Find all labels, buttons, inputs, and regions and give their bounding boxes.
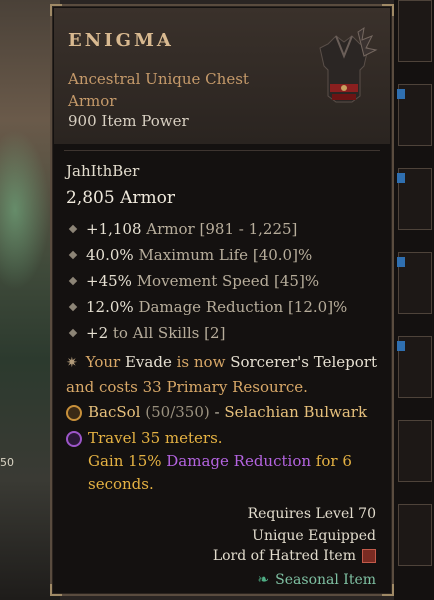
inventory-slot[interactable] — [397, 336, 432, 398]
inventory-slot[interactable] — [397, 252, 432, 314]
inventory-strip — [394, 0, 434, 600]
runeword-effect: Gain 15% Damage Reduction for 6 seconds. — [88, 452, 352, 493]
chest-armor-icon — [319, 26, 378, 103]
level-requirement: Requires Level 70 — [247, 506, 376, 522]
affix-row: +1,108 Armor [981 - 1,225] — [66, 220, 297, 238]
item-rarity-line: Ancestral Unique Chest — [68, 70, 249, 88]
lord-of-hatred-label: Lord of Hatred Item — [213, 548, 376, 564]
unique-star-icon: ✷ — [66, 355, 78, 371]
affix-row: +45% Movement Speed [45]% — [66, 272, 319, 290]
item-tooltip: ENIGMA Ancestral Unique Chest Armor 900 … — [50, 4, 394, 596]
inventory-slot[interactable] — [397, 168, 432, 230]
bookmark-icon — [397, 89, 405, 99]
world-glow — [0, 130, 50, 290]
runeword-header: BacSol (50/350) - Selachian Bulwark — [66, 401, 367, 424]
item-power: 900 Item Power — [68, 112, 189, 130]
bookmark-icon — [397, 173, 405, 183]
item-rarity: Ancestral Unique Chest Armor — [68, 68, 249, 112]
unique-equipped-label: Unique Equipped — [252, 528, 376, 544]
runeword-condition: Travel 35 meters. — [66, 427, 223, 450]
tooltip-header: ENIGMA Ancestral Unique Chest Armor 900 … — [54, 8, 390, 144]
armor-value: 2,805 Armor — [66, 188, 175, 208]
affix-row: +2 to All Skills [2] — [66, 324, 225, 342]
rune-sol-icon — [66, 431, 82, 447]
header-divider — [64, 150, 380, 151]
affix-bullet-icon — [68, 302, 78, 312]
affix-bullet-icon — [68, 328, 78, 338]
lord-of-hatred-icon — [362, 549, 376, 563]
item-type-line: Armor — [68, 92, 117, 110]
runeword-socket-label: JahIthBer — [66, 162, 140, 180]
affix-row: 40.0% Maximum Life [40.0]% — [66, 246, 312, 264]
affix-bullet-icon — [68, 276, 78, 286]
leaf-icon: ❧ — [257, 572, 270, 588]
frame-corner — [50, 584, 62, 596]
affix-bullet-icon — [68, 224, 78, 234]
item-name: ENIGMA — [68, 30, 174, 51]
inventory-slot[interactable] — [398, 504, 432, 566]
bookmark-icon — [397, 257, 405, 267]
rune-bac-icon — [66, 405, 82, 421]
world-number: 50 — [0, 456, 14, 469]
inventory-slot[interactable] — [398, 420, 432, 482]
affix-row: 12.0% Damage Reduction [12.0]% — [66, 298, 347, 316]
inventory-slot[interactable] — [397, 84, 432, 146]
unique-power: ✷ Your Evade is now Sorcerer's Teleport an… — [66, 353, 378, 396]
frame-corner — [382, 584, 394, 596]
bookmark-icon — [397, 341, 405, 351]
inventory-slot[interactable] — [398, 0, 432, 62]
seasonal-label: ❧ Seasonal Item — [257, 572, 376, 588]
affix-bullet-icon — [68, 250, 78, 260]
